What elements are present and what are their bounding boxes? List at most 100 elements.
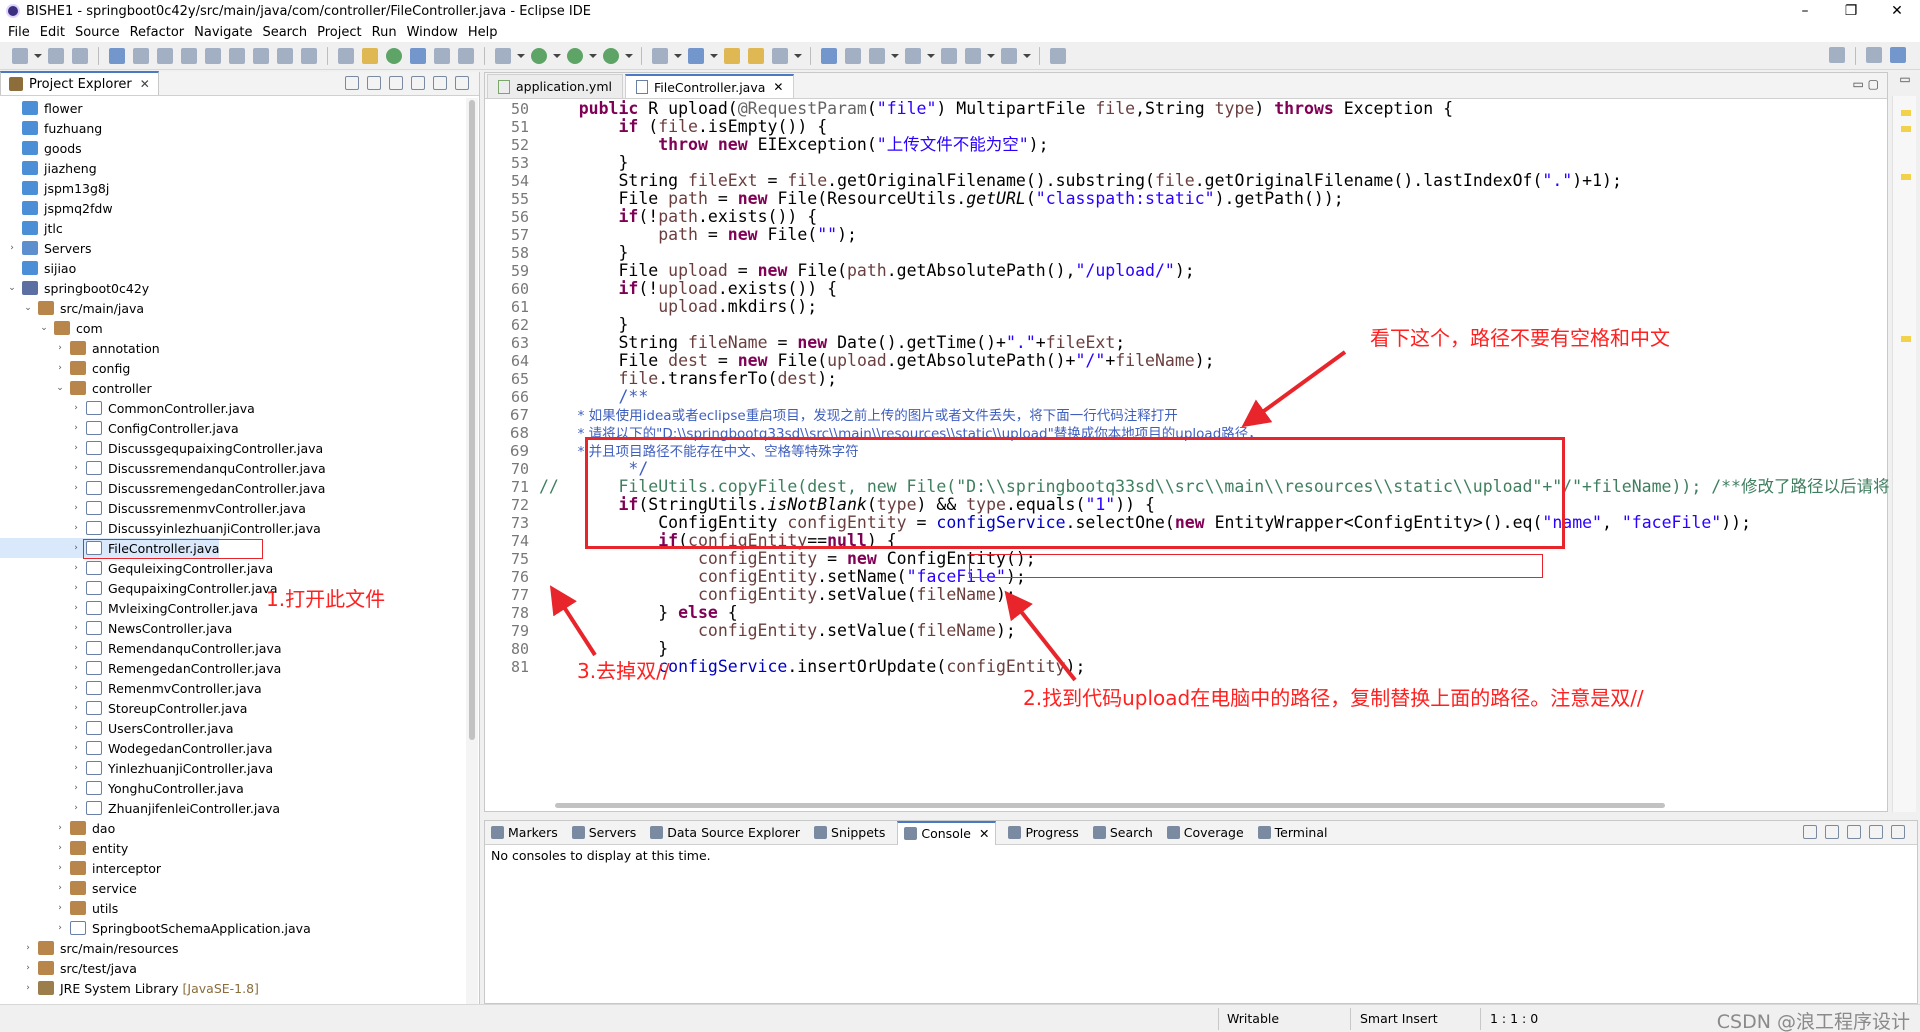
highlight-icon[interactable] bbox=[410, 47, 426, 64]
new-server-icon[interactable] bbox=[652, 47, 668, 64]
chevron-right-icon[interactable]: › bbox=[54, 883, 66, 893]
tree-item[interactable]: ⌄ springboot0c42y bbox=[0, 278, 149, 298]
minimize-view-icon[interactable] bbox=[1869, 825, 1883, 839]
tree-item[interactable]: › StoreupController.java bbox=[0, 698, 247, 718]
tree-item[interactable]: › YinlezhuanjiController.java bbox=[0, 758, 273, 778]
save-icon[interactable] bbox=[48, 47, 64, 64]
project-tree-scrollbar[interactable] bbox=[466, 98, 478, 1004]
tree-item[interactable]: › MvleixingController.java bbox=[0, 598, 258, 618]
tree-item[interactable]: › RemendanquController.java bbox=[0, 638, 281, 658]
menu-project[interactable]: Project bbox=[317, 25, 361, 40]
globe-icon[interactable] bbox=[821, 47, 837, 64]
show-whitespace-icon[interactable] bbox=[458, 47, 474, 64]
chevron-right-icon[interactable]: › bbox=[70, 463, 82, 473]
warning-marker[interactable] bbox=[1901, 336, 1911, 342]
scrollbar-thumb[interactable] bbox=[555, 803, 1665, 808]
tab-coverage[interactable]: Coverage bbox=[1165, 821, 1246, 845]
code-line[interactable]: 64 File dest = new File(upload.getAbsolu… bbox=[485, 352, 1885, 371]
editor-horizontal-scrollbar[interactable] bbox=[555, 801, 1885, 811]
tree-item[interactable]: jiazheng bbox=[0, 158, 97, 178]
code-line[interactable]: 80 } bbox=[485, 640, 1885, 659]
previous-annotation-icon[interactable] bbox=[905, 47, 921, 64]
overview-ruler[interactable] bbox=[1892, 96, 1916, 812]
tree-item[interactable]: jspm13g8j bbox=[0, 178, 109, 198]
chevron-right-icon[interactable]: › bbox=[70, 443, 82, 453]
chevron-right-icon[interactable]: › bbox=[70, 483, 82, 493]
minimize-view-icon[interactable] bbox=[433, 76, 447, 90]
open-type-icon[interactable] bbox=[338, 47, 354, 64]
chevron-down-icon[interactable]: ⌄ bbox=[38, 323, 50, 333]
tree-item[interactable]: flower bbox=[0, 98, 83, 118]
tree-item[interactable]: fuzhuang bbox=[0, 118, 102, 138]
warning-marker[interactable] bbox=[1901, 110, 1911, 116]
maximize-view-icon[interactable] bbox=[1891, 825, 1905, 839]
skip-breakpoints-icon[interactable] bbox=[133, 47, 149, 64]
display-console-icon[interactable] bbox=[1825, 825, 1839, 839]
tree-item[interactable]: › SpringbootSchemaApplication.java bbox=[0, 918, 311, 938]
tree-item[interactable]: ⌄ com bbox=[0, 318, 102, 338]
chevron-right-icon[interactable]: › bbox=[70, 503, 82, 513]
new-java-class-icon[interactable] bbox=[362, 47, 378, 64]
minimize-button[interactable]: – bbox=[1782, 0, 1828, 22]
chevron-right-icon[interactable]: › bbox=[70, 663, 82, 673]
chevron-right-icon[interactable]: › bbox=[54, 843, 66, 853]
tab-data-source-explorer[interactable]: Data Source Explorer bbox=[648, 821, 802, 845]
tree-item[interactable]: › annotation bbox=[0, 338, 159, 358]
tree-item[interactable]: › DiscussremengedanController.java bbox=[0, 478, 325, 498]
new-icon[interactable] bbox=[12, 47, 28, 64]
tree-item[interactable]: › YonghuController.java bbox=[0, 778, 244, 798]
collapse-all-icon[interactable] bbox=[345, 76, 359, 90]
restore-button[interactable]: ❐ bbox=[1828, 0, 1874, 22]
view-menu-icon[interactable] bbox=[1847, 825, 1861, 839]
tree-item[interactable]: › src/test/java bbox=[0, 958, 137, 978]
tree-item[interactable]: › DiscussremendanquController.java bbox=[0, 458, 325, 478]
tree-item[interactable]: › WodegedanController.java bbox=[0, 738, 272, 758]
tree-item[interactable]: jspmq2fdw bbox=[0, 198, 113, 218]
run-icon[interactable] bbox=[531, 47, 547, 64]
tree-item[interactable]: › DiscussgequpaixingController.java bbox=[0, 438, 323, 458]
code-line[interactable]: 60 if(!upload.exists()) { bbox=[485, 280, 1885, 299]
annotation-icon[interactable] bbox=[845, 47, 861, 64]
search-tool-icon[interactable] bbox=[772, 47, 788, 64]
code-line[interactable]: 51 if (file.isEmpty()) { bbox=[485, 118, 1885, 137]
code-line[interactable]: 62 } bbox=[485, 316, 1885, 335]
code-line[interactable]: 56 if(!path.exists()) { bbox=[485, 208, 1885, 227]
chevron-down-icon[interactable] bbox=[34, 52, 42, 60]
link-with-editor-icon[interactable] bbox=[367, 76, 381, 90]
close-icon[interactable]: ✕ bbox=[140, 77, 150, 91]
chevron-right-icon[interactable]: › bbox=[70, 703, 82, 713]
code-line[interactable]: 52 throw new EIException("上传文件不能为空"); bbox=[485, 136, 1885, 155]
java-ee-perspective-icon[interactable] bbox=[1890, 47, 1906, 63]
chevron-right-icon[interactable]: › bbox=[22, 963, 34, 973]
tree-item[interactable]: › GequpaixingController.java bbox=[0, 578, 277, 598]
menu-help[interactable]: Help bbox=[468, 25, 498, 40]
tab-progress[interactable]: Progress bbox=[1006, 821, 1080, 845]
tab-markers[interactable]: Markers bbox=[489, 821, 560, 845]
code-line[interactable]: 57 path = new File(""); bbox=[485, 226, 1885, 245]
tab-terminal[interactable]: Terminal bbox=[1256, 821, 1330, 845]
chevron-right-icon[interactable]: › bbox=[70, 763, 82, 773]
tree-item[interactable]: › Servers bbox=[0, 238, 91, 258]
tab-servers[interactable]: Servers bbox=[570, 821, 639, 845]
chevron-right-icon[interactable]: › bbox=[22, 943, 34, 953]
menu-window[interactable]: Window bbox=[407, 25, 458, 40]
code-line[interactable]: 78 } else { bbox=[485, 604, 1885, 623]
last-edit-icon[interactable] bbox=[941, 47, 957, 64]
tree-item[interactable]: › src/main/resources bbox=[0, 938, 178, 958]
tree-item[interactable]: sijiao bbox=[0, 258, 76, 278]
chevron-right-icon[interactable]: › bbox=[70, 563, 82, 573]
chevron-right-icon[interactable]: › bbox=[70, 583, 82, 593]
external-tools-icon[interactable] bbox=[603, 47, 619, 64]
pin-editor-icon[interactable] bbox=[1050, 47, 1066, 64]
forward-icon[interactable] bbox=[1001, 47, 1017, 64]
tab-console[interactable]: Console ✕ bbox=[897, 820, 997, 845]
new-web-project-icon[interactable] bbox=[688, 47, 704, 64]
chevron-right-icon[interactable]: › bbox=[70, 543, 82, 553]
search-icon[interactable] bbox=[1829, 47, 1845, 63]
tree-item[interactable]: ⌄ controller bbox=[0, 378, 151, 398]
tree-item[interactable]: › config bbox=[0, 358, 130, 378]
debug-icon[interactable] bbox=[495, 47, 511, 64]
close-icon[interactable]: ✕ bbox=[979, 826, 989, 841]
menu-edit[interactable]: Edit bbox=[40, 25, 65, 40]
chevron-down-icon[interactable] bbox=[987, 52, 995, 60]
